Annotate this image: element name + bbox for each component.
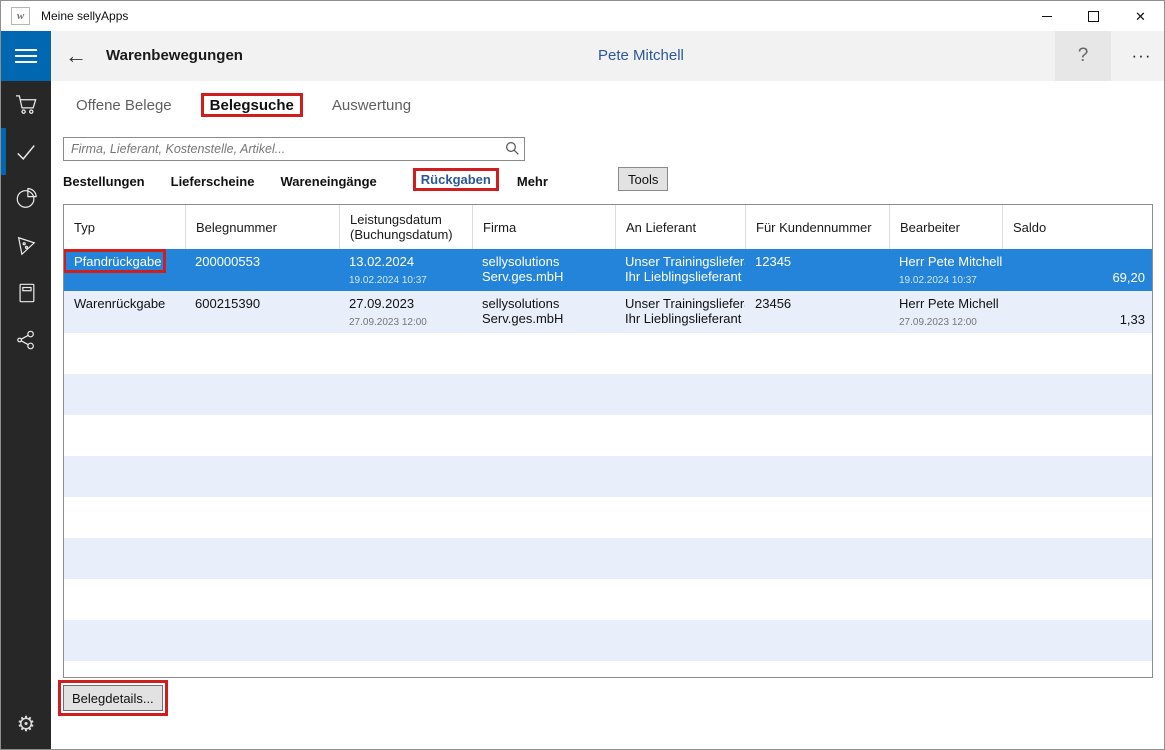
- column-header-typ[interactable]: Typ: [64, 205, 185, 249]
- app-logo-icon: w: [11, 7, 30, 25]
- table-row[interactable]: Pfandrückgabe 200000553 13.02.202419.02.…: [64, 249, 1152, 291]
- column-header-an-lieferant[interactable]: An Lieferant: [615, 205, 745, 249]
- search-box: [63, 137, 525, 161]
- question-mark-icon: ?: [1078, 45, 1089, 67]
- cell-saldo: 69,20: [1002, 249, 1152, 291]
- sidebar-nav: ⚙: [1, 81, 51, 749]
- cell-leistungsdatum: 27.09.202327.09.2023 12:00: [339, 291, 472, 333]
- titlebar: w Meine sellyApps ✕: [1, 1, 1164, 31]
- cell-kundennummer: 12345: [745, 249, 889, 291]
- table-row[interactable]: Warenrückgabe 600215390 27.09.202327.09.…: [64, 291, 1152, 333]
- subtab-bestellungen[interactable]: Bestellungen: [63, 174, 145, 189]
- hamburger-menu-icon: [15, 49, 37, 51]
- hamburger-menu-button[interactable]: [1, 31, 51, 81]
- search-input[interactable]: [63, 137, 525, 161]
- cell-leistungsdatum: 13.02.202419.02.2024 10:37: [339, 249, 472, 291]
- more-options-button[interactable]: ···: [1119, 31, 1164, 81]
- cell-saldo: 1,33: [1002, 291, 1152, 333]
- table-header-row: Typ Belegnummer Leistungsdatum(Buchungsd…: [64, 205, 1152, 249]
- share-network-icon: [15, 329, 37, 351]
- empty-table-rows: [64, 333, 1152, 677]
- checkmark-icon: [15, 141, 37, 163]
- maximize-icon: [1088, 11, 1099, 22]
- cell-bearbeiter: Herr Pete Michell27.09.2023 12:00: [889, 291, 1002, 333]
- subtab-wareneingaenge[interactable]: Wareneingänge: [280, 174, 376, 189]
- caption-buttons: ✕: [1023, 1, 1164, 31]
- sidebar-item-tasks[interactable]: [1, 128, 51, 175]
- cell-bearbeiter: Herr Pete Mitchell19.02.2024 10:37: [889, 249, 1002, 291]
- window-title: Meine sellyApps: [41, 9, 128, 23]
- shopping-cart-icon: [15, 94, 38, 115]
- app-header: ← Warenbewegungen Pete Mitchell ? ···: [1, 31, 1164, 81]
- settings-button[interactable]: ⚙: [1, 705, 51, 743]
- minimize-button[interactable]: [1023, 1, 1070, 31]
- column-header-saldo[interactable]: Saldo: [1002, 205, 1152, 249]
- pie-chart-icon: [15, 187, 38, 210]
- subtab-lieferscheine[interactable]: Lieferscheine: [171, 174, 255, 189]
- cell-belegnummer: 200000553: [185, 249, 339, 291]
- active-nav-indicator: [1, 128, 6, 175]
- sidebar-item-cart[interactable]: [1, 81, 51, 128]
- ellipsis-icon: ···: [1132, 46, 1152, 66]
- cell-firma: sellysolutionsServ.ges.mbH: [472, 249, 615, 291]
- cell-an-lieferant: Unser TrainingslieferantIhr Lieblingslie…: [615, 249, 745, 291]
- sidebar-item-deals[interactable]: [1, 222, 51, 269]
- subtab-mehr[interactable]: Mehr: [517, 174, 548, 189]
- pennant-tag-icon: [15, 235, 37, 257]
- cell-an-lieferant: Unser TrainingslieferantIhr Lieblingslie…: [615, 291, 745, 333]
- book-icon: [16, 282, 37, 304]
- close-icon: ✕: [1135, 10, 1146, 23]
- tab-belegsuche[interactable]: Belegsuche: [210, 97, 294, 114]
- tools-button[interactable]: Tools: [618, 167, 668, 191]
- cell-belegnummer: 600215390: [185, 291, 339, 333]
- cell-typ: Warenrückgabe: [64, 291, 185, 333]
- minimize-icon: [1042, 16, 1052, 17]
- back-arrow-icon: ←: [65, 43, 87, 69]
- document-type-tabs: Bestellungen Lieferscheine Wareneingänge…: [63, 170, 548, 192]
- close-button[interactable]: ✕: [1117, 1, 1164, 31]
- column-header-kundennummer[interactable]: Für Kundennummer: [745, 205, 889, 249]
- cell-typ: Pfandrückgabe: [64, 249, 185, 291]
- page-title: Warenbewegungen: [106, 31, 243, 81]
- results-table: Typ Belegnummer Leistungsdatum(Buchungsd…: [63, 204, 1153, 678]
- cell-firma: sellysolutionsServ.ges.mbH: [472, 291, 615, 333]
- belegdetails-button[interactable]: Belegdetails...: [63, 685, 163, 711]
- subtab-rueckgaben[interactable]: Rückgaben: [421, 172, 491, 190]
- cell-kundennummer: 23456: [745, 291, 889, 333]
- maximize-button[interactable]: [1070, 1, 1117, 31]
- help-button[interactable]: ?: [1055, 31, 1111, 81]
- main-tabs: Offene Belege Belegsuche Auswertung: [76, 91, 411, 119]
- sidebar-item-catalog[interactable]: [1, 269, 51, 316]
- user-name-link[interactable]: Pete Mitchell: [598, 31, 684, 81]
- sidebar-item-share[interactable]: [1, 316, 51, 363]
- settings-gear-icon: ⚙: [17, 712, 36, 736]
- back-button[interactable]: ←: [59, 31, 93, 81]
- magnifier-icon[interactable]: [505, 141, 520, 161]
- column-header-bearbeiter[interactable]: Bearbeiter: [889, 205, 1002, 249]
- column-header-firma[interactable]: Firma: [472, 205, 615, 249]
- column-header-belegnummer[interactable]: Belegnummer: [185, 205, 339, 249]
- app-window: w Meine sellyApps ✕ ← Warenbewegungen Pe…: [0, 0, 1165, 750]
- column-header-leistungsdatum[interactable]: Leistungsdatum(Buchungsdatum): [339, 205, 472, 249]
- tab-offene-belege[interactable]: Offene Belege: [76, 97, 172, 114]
- tab-auswertung[interactable]: Auswertung: [332, 97, 411, 114]
- sidebar-item-reports[interactable]: [1, 175, 51, 222]
